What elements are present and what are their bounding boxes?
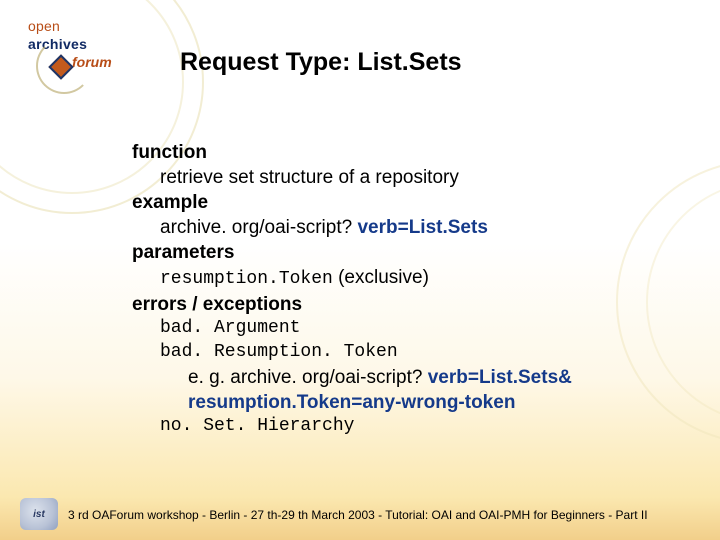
error-eg-blue2: resumption.Token=any-wrong-token <box>188 392 515 413</box>
text-example: archive. org/oai-script? verb=List.Sets <box>160 215 672 240</box>
brand-logo: open archives forum <box>28 18 158 88</box>
footer-text: 3 rd OAForum workshop - Berlin - 27 th-2… <box>68 508 648 522</box>
slide-body: function retrieve set structure of a rep… <box>132 140 672 439</box>
param-suffix: (exclusive) <box>333 267 429 288</box>
error-example-line2: resumption.Token=any-wrong-token <box>188 390 672 415</box>
error-eg-blue1: verb=List.Sets& <box>428 367 572 388</box>
error-bad-argument: bad. Argument <box>160 317 672 341</box>
text-parameters: resumption.Token (exclusive) <box>160 265 672 292</box>
error-eg-prefix: e. g. archive. org/oai-script? <box>188 367 428 388</box>
ist-badge-icon: ist <box>20 498 58 530</box>
label-example: example <box>132 190 672 215</box>
example-url-prefix: archive. org/oai-script? <box>160 217 357 238</box>
error-no-set-hierarchy: no. Set. Hierarchy <box>160 415 672 439</box>
error-bad-resumption-token: bad. Resumption. Token <box>160 341 672 365</box>
ist-badge-text: ist <box>33 509 45 520</box>
text-function: retrieve set structure of a repository <box>160 165 672 190</box>
param-token: resumption.Token <box>160 269 333 289</box>
label-parameters: parameters <box>132 240 672 265</box>
error-example-line1: e. g. archive. org/oai-script? verb=List… <box>188 365 672 390</box>
label-function: function <box>132 140 672 165</box>
example-verb: verb=List.Sets <box>357 217 487 238</box>
slide: open archives forum Request Type: List.S… <box>0 0 720 540</box>
logo-text-open: open <box>28 18 60 34</box>
label-errors: errors / exceptions <box>132 292 672 317</box>
slide-title: Request Type: List.Sets <box>180 48 462 77</box>
